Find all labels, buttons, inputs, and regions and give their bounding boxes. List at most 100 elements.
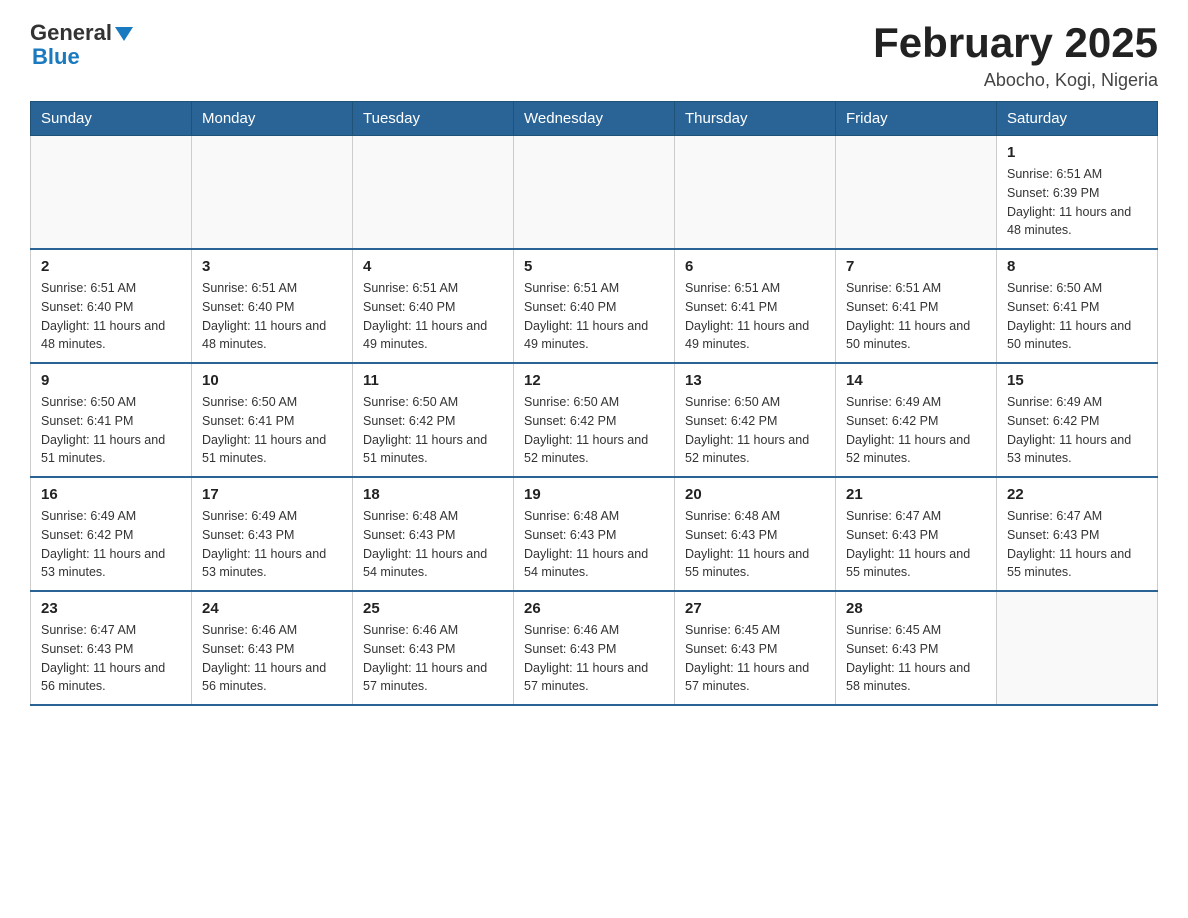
day-number: 3 bbox=[202, 258, 342, 275]
day-info: Sunrise: 6:51 AM Sunset: 6:41 PM Dayligh… bbox=[685, 279, 825, 354]
table-row: 25 Sunrise: 6:46 AM Sunset: 6:43 PM Dayli… bbox=[353, 591, 514, 705]
calendar-week-row: 2 Sunrise: 6:51 AM Sunset: 6:40 PM Daylig… bbox=[31, 249, 1158, 363]
day-number: 22 bbox=[1007, 486, 1147, 503]
table-row: 12 Sunrise: 6:50 AM Sunset: 6:42 PM Dayli… bbox=[514, 363, 675, 477]
day-info: Sunrise: 6:50 AM Sunset: 6:41 PM Dayligh… bbox=[41, 393, 181, 468]
day-number: 13 bbox=[685, 372, 825, 389]
logo-triangle-icon bbox=[115, 27, 133, 46]
day-info: Sunrise: 6:45 AM Sunset: 6:43 PM Dayligh… bbox=[846, 621, 986, 696]
logo-general-text: General bbox=[30, 20, 112, 46]
table-row: 5Sunrise: 6:51 AM Sunset: 6:40 PM Daylig… bbox=[514, 249, 675, 363]
table-row: 20Sunrise: 6:48 AM Sunset: 6:43 PM Dayli… bbox=[675, 477, 836, 591]
day-number: 27 bbox=[685, 600, 825, 617]
table-row bbox=[353, 136, 514, 250]
table-row: 24Sunrise: 6:46 AM Sunset: 6:43 PM Dayli… bbox=[192, 591, 353, 705]
day-number: 10 bbox=[202, 372, 342, 389]
header-saturday: Saturday bbox=[997, 102, 1158, 136]
table-row: 2 Sunrise: 6:51 AM Sunset: 6:40 PM Daylig… bbox=[31, 249, 192, 363]
day-info: Sunrise: 6:51 AM Sunset: 6:40 PM Dayligh… bbox=[363, 279, 503, 354]
day-number: 17 bbox=[202, 486, 342, 503]
day-number: 7 bbox=[846, 258, 986, 275]
day-info: Sunrise: 6:50 AM Sunset: 6:41 PM Dayligh… bbox=[202, 393, 342, 468]
day-info: Sunrise: 6:50 AM Sunset: 6:42 PM Dayligh… bbox=[685, 393, 825, 468]
table-row: 23 Sunrise: 6:47 AM Sunset: 6:43 PM Dayli… bbox=[31, 591, 192, 705]
table-row: 14 Sunrise: 6:49 AM Sunset: 6:42 PM Dayli… bbox=[836, 363, 997, 477]
table-row: 21Sunrise: 6:47 AM Sunset: 6:43 PM Dayli… bbox=[836, 477, 997, 591]
table-row bbox=[514, 136, 675, 250]
header-wednesday: Wednesday bbox=[514, 102, 675, 136]
table-row: 27 Sunrise: 6:45 AM Sunset: 6:43 PM Dayli… bbox=[675, 591, 836, 705]
day-number: 28 bbox=[846, 600, 986, 617]
calendar-week-row: 16 Sunrise: 6:49 AM Sunset: 6:42 PM Dayli… bbox=[31, 477, 1158, 591]
day-info: Sunrise: 6:51 AM Sunset: 6:40 PM Dayligh… bbox=[524, 279, 664, 354]
day-info: Sunrise: 6:51 AM Sunset: 6:40 PM Dayligh… bbox=[41, 279, 181, 354]
table-row: 19 Sunrise: 6:48 AM Sunset: 6:43 PM Dayli… bbox=[514, 477, 675, 591]
day-number: 23 bbox=[41, 600, 181, 617]
table-row: 10 Sunrise: 6:50 AM Sunset: 6:41 PM Dayli… bbox=[192, 363, 353, 477]
day-number: 19 bbox=[524, 486, 664, 503]
day-number: 11 bbox=[363, 372, 503, 389]
day-info: Sunrise: 6:49 AM Sunset: 6:43 PM Dayligh… bbox=[202, 507, 342, 582]
day-number: 21 bbox=[846, 486, 986, 503]
day-number: 18 bbox=[363, 486, 503, 503]
table-row: 26Sunrise: 6:46 AM Sunset: 6:43 PM Dayli… bbox=[514, 591, 675, 705]
table-row: 3 Sunrise: 6:51 AM Sunset: 6:40 PM Daylig… bbox=[192, 249, 353, 363]
logo: General Blue bbox=[30, 20, 133, 70]
table-row: 8 Sunrise: 6:50 AM Sunset: 6:41 PM Daylig… bbox=[997, 249, 1158, 363]
day-info: Sunrise: 6:49 AM Sunset: 6:42 PM Dayligh… bbox=[41, 507, 181, 582]
day-number: 8 bbox=[1007, 258, 1147, 275]
day-info: Sunrise: 6:47 AM Sunset: 6:43 PM Dayligh… bbox=[1007, 507, 1147, 582]
day-number: 20 bbox=[685, 486, 825, 503]
calendar-title: February 2025 bbox=[873, 20, 1158, 66]
day-info: Sunrise: 6:48 AM Sunset: 6:43 PM Dayligh… bbox=[524, 507, 664, 582]
day-number: 4 bbox=[363, 258, 503, 275]
header-tuesday: Tuesday bbox=[353, 102, 514, 136]
day-info: Sunrise: 6:46 AM Sunset: 6:43 PM Dayligh… bbox=[363, 621, 503, 696]
table-row: 1 Sunrise: 6:51 AM Sunset: 6:39 PM Daylig… bbox=[997, 136, 1158, 250]
table-row: 7 Sunrise: 6:51 AM Sunset: 6:41 PM Daylig… bbox=[836, 249, 997, 363]
day-number: 2 bbox=[41, 258, 181, 275]
table-row bbox=[192, 136, 353, 250]
day-info: Sunrise: 6:49 AM Sunset: 6:42 PM Dayligh… bbox=[1007, 393, 1147, 468]
days-header-row: Sunday Monday Tuesday Wednesday Thursday… bbox=[31, 102, 1158, 136]
header-monday: Monday bbox=[192, 102, 353, 136]
day-number: 1 bbox=[1007, 144, 1147, 161]
calendar-week-row: 1 Sunrise: 6:51 AM Sunset: 6:39 PM Daylig… bbox=[31, 136, 1158, 250]
title-section: February 2025 Abocho, Kogi, Nigeria bbox=[873, 20, 1158, 91]
day-info: Sunrise: 6:50 AM Sunset: 6:42 PM Dayligh… bbox=[363, 393, 503, 468]
logo-blue-text: Blue bbox=[32, 44, 80, 70]
day-number: 12 bbox=[524, 372, 664, 389]
day-info: Sunrise: 6:51 AM Sunset: 6:40 PM Dayligh… bbox=[202, 279, 342, 354]
day-number: 14 bbox=[846, 372, 986, 389]
calendar-subtitle: Abocho, Kogi, Nigeria bbox=[873, 70, 1158, 91]
day-info: Sunrise: 6:48 AM Sunset: 6:43 PM Dayligh… bbox=[363, 507, 503, 582]
table-row bbox=[997, 591, 1158, 705]
day-info: Sunrise: 6:49 AM Sunset: 6:42 PM Dayligh… bbox=[846, 393, 986, 468]
day-number: 25 bbox=[363, 600, 503, 617]
day-number: 24 bbox=[202, 600, 342, 617]
table-row: 15 Sunrise: 6:49 AM Sunset: 6:42 PM Dayli… bbox=[997, 363, 1158, 477]
day-info: Sunrise: 6:45 AM Sunset: 6:43 PM Dayligh… bbox=[685, 621, 825, 696]
table-row: 9 Sunrise: 6:50 AM Sunset: 6:41 PM Daylig… bbox=[31, 363, 192, 477]
table-row: 6 Sunrise: 6:51 AM Sunset: 6:41 PM Daylig… bbox=[675, 249, 836, 363]
day-number: 16 bbox=[41, 486, 181, 503]
table-row: 11 Sunrise: 6:50 AM Sunset: 6:42 PM Dayli… bbox=[353, 363, 514, 477]
page-header: General Blue February 2025 Abocho, Kogi,… bbox=[30, 20, 1158, 91]
calendar-table: Sunday Monday Tuesday Wednesday Thursday… bbox=[30, 101, 1158, 706]
day-info: Sunrise: 6:50 AM Sunset: 6:42 PM Dayligh… bbox=[524, 393, 664, 468]
table-row: 16 Sunrise: 6:49 AM Sunset: 6:42 PM Dayli… bbox=[31, 477, 192, 591]
day-info: Sunrise: 6:46 AM Sunset: 6:43 PM Dayligh… bbox=[524, 621, 664, 696]
table-row: 13 Sunrise: 6:50 AM Sunset: 6:42 PM Dayli… bbox=[675, 363, 836, 477]
day-number: 15 bbox=[1007, 372, 1147, 389]
table-row: 17 Sunrise: 6:49 AM Sunset: 6:43 PM Dayli… bbox=[192, 477, 353, 591]
day-info: Sunrise: 6:47 AM Sunset: 6:43 PM Dayligh… bbox=[41, 621, 181, 696]
table-row: 4 Sunrise: 6:51 AM Sunset: 6:40 PM Daylig… bbox=[353, 249, 514, 363]
day-number: 9 bbox=[41, 372, 181, 389]
calendar-week-row: 23 Sunrise: 6:47 AM Sunset: 6:43 PM Dayli… bbox=[31, 591, 1158, 705]
day-info: Sunrise: 6:51 AM Sunset: 6:39 PM Dayligh… bbox=[1007, 165, 1147, 240]
day-number: 6 bbox=[685, 258, 825, 275]
header-friday: Friday bbox=[836, 102, 997, 136]
day-info: Sunrise: 6:50 AM Sunset: 6:41 PM Dayligh… bbox=[1007, 279, 1147, 354]
calendar-week-row: 9 Sunrise: 6:50 AM Sunset: 6:41 PM Daylig… bbox=[31, 363, 1158, 477]
day-info: Sunrise: 6:51 AM Sunset: 6:41 PM Dayligh… bbox=[846, 279, 986, 354]
